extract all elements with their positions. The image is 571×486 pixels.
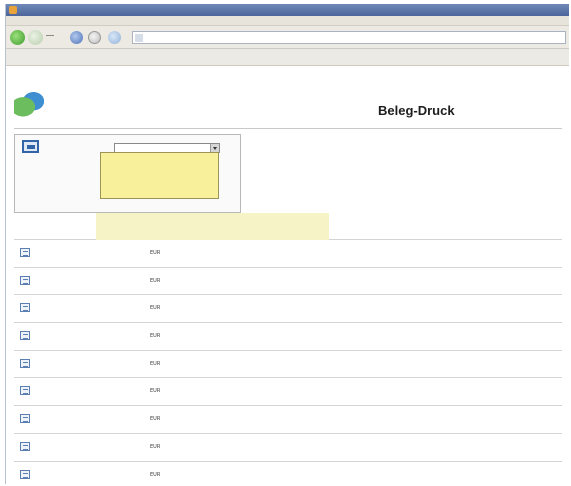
- document-icon[interactable]: [20, 303, 30, 313]
- table-row[interactable]: EUR: [14, 460, 562, 486]
- document-icon[interactable]: [20, 248, 30, 257]
- document-list: EUR EUR EUR EUR EUR EUR EUR EUR EUR: [14, 239, 562, 486]
- list-toolbar: [14, 226, 354, 235]
- table-row[interactable]: EUR: [14, 405, 562, 433]
- table-row[interactable]: EUR: [14, 432, 562, 461]
- document-currency: EUR: [150, 277, 161, 284]
- address-bar[interactable]: [132, 31, 566, 44]
- table-row[interactable]: EUR: [14, 239, 562, 267]
- forward-icon[interactable]: [28, 30, 43, 45]
- reload-icon[interactable]: [70, 31, 83, 44]
- document-currency: EUR: [150, 471, 161, 478]
- document-icon[interactable]: [20, 469, 30, 479]
- table-row[interactable]: EUR: [14, 266, 562, 295]
- table-row[interactable]: EUR: [14, 377, 562, 405]
- document-currency: EUR: [150, 250, 161, 256]
- navigation-toolbar: [6, 26, 569, 49]
- logo-swoosh-icon: [14, 90, 44, 118]
- stop-icon[interactable]: [88, 31, 101, 44]
- header-divider: [14, 128, 562, 129]
- bookmarks-toolbar: [6, 49, 569, 66]
- document-currency: EUR: [150, 333, 161, 340]
- home-icon[interactable]: [108, 31, 121, 44]
- chevron-down-icon[interactable]: [210, 144, 219, 152]
- back-icon[interactable]: [10, 30, 25, 45]
- table-row[interactable]: EUR: [14, 322, 562, 350]
- history-dropdown-icon[interactable]: [46, 35, 54, 40]
- app-icon: [9, 6, 17, 14]
- document-currency: EUR: [150, 360, 161, 367]
- document-currency: EUR: [150, 443, 161, 450]
- document-currency: EUR: [150, 388, 161, 395]
- table-row[interactable]: EUR: [14, 294, 562, 322]
- document-icon[interactable]: [20, 441, 30, 451]
- document-search-icon: [22, 140, 39, 153]
- title-bar: [6, 4, 569, 16]
- table-row[interactable]: EUR: [14, 349, 562, 378]
- document-icon[interactable]: [20, 331, 30, 341]
- belegart-dropdown-list: [100, 152, 219, 199]
- menu-bar: [6, 16, 569, 26]
- document-currency: EUR: [150, 305, 161, 312]
- document-icon[interactable]: [20, 358, 30, 368]
- page-title: Beleg-Druck: [378, 103, 455, 118]
- document-currency: EUR: [150, 416, 161, 423]
- document-icon[interactable]: [20, 386, 30, 396]
- logo: [14, 90, 110, 118]
- document-icon[interactable]: [20, 275, 30, 285]
- favicon-icon: [135, 34, 143, 42]
- document-icon[interactable]: [20, 414, 30, 424]
